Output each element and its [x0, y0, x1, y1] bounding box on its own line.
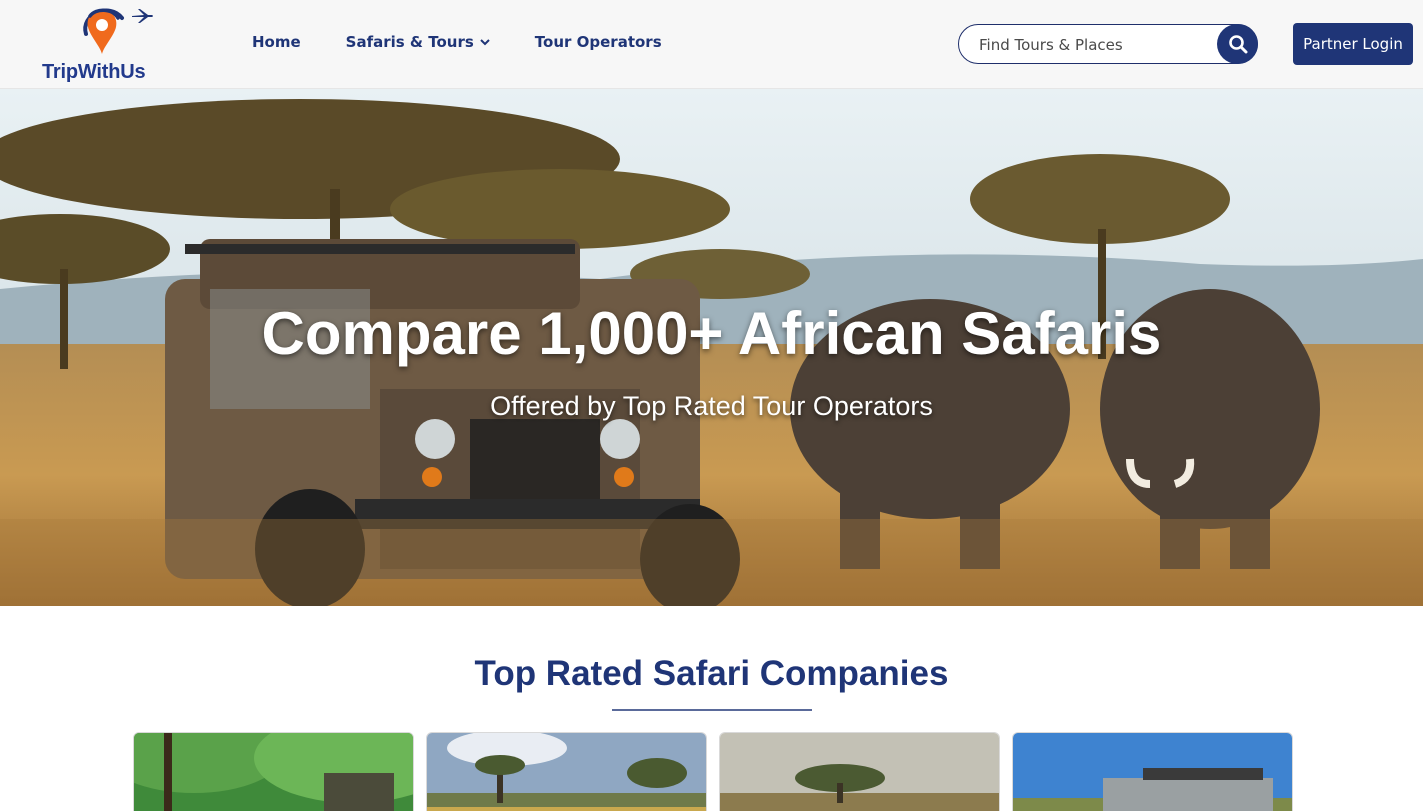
card-image-lodge: [427, 733, 706, 811]
search-button[interactable]: [1217, 24, 1258, 64]
card-image-acacia: [720, 733, 999, 811]
logo-wordmark: TripWithUs: [42, 61, 146, 83]
hero-banner: Compare 1,000+ African Safaris Offered b…: [0, 89, 1423, 606]
nav-safaris-tours[interactable]: Safaris & Tours: [346, 33, 490, 51]
company-card[interactable]: [426, 732, 707, 811]
hero-title: Compare 1,000+ African Safaris: [261, 300, 1162, 367]
main-nav: Home Safaris & Tours Tour Operators: [252, 30, 707, 54]
chevron-down-icon: [480, 38, 490, 46]
section-divider: [612, 709, 812, 711]
search-icon: [1228, 35, 1247, 54]
site-header: TripWithUs Home Safaris & Tours Tour Ope…: [0, 0, 1423, 89]
company-card[interactable]: [719, 732, 1000, 811]
nav-tour-operators[interactable]: Tour Operators: [535, 33, 662, 51]
map-pin-with-plane-icon: [83, 8, 153, 54]
hero-subtitle: Offered by Top Rated Tour Operators: [490, 391, 933, 421]
company-cards: [133, 732, 1295, 811]
partner-login-button[interactable]: Partner Login: [1293, 23, 1413, 65]
search-input[interactable]: [979, 33, 1209, 57]
nav-safaris-tours-label: Safaris & Tours: [345, 33, 474, 51]
card-image-forest: [134, 733, 413, 811]
nav-home[interactable]: Home: [252, 33, 301, 51]
nav-home-label: Home: [252, 33, 301, 51]
nav-tour-operators-label: Tour Operators: [534, 33, 662, 51]
section-title: Top Rated Safari Companies: [474, 654, 949, 693]
company-card[interactable]: [133, 732, 414, 811]
logo[interactable]: TripWithUs: [40, 4, 170, 84]
company-card[interactable]: [1012, 732, 1293, 811]
card-image-land-cruiser: [1013, 733, 1292, 811]
search-bar: [958, 24, 1258, 64]
